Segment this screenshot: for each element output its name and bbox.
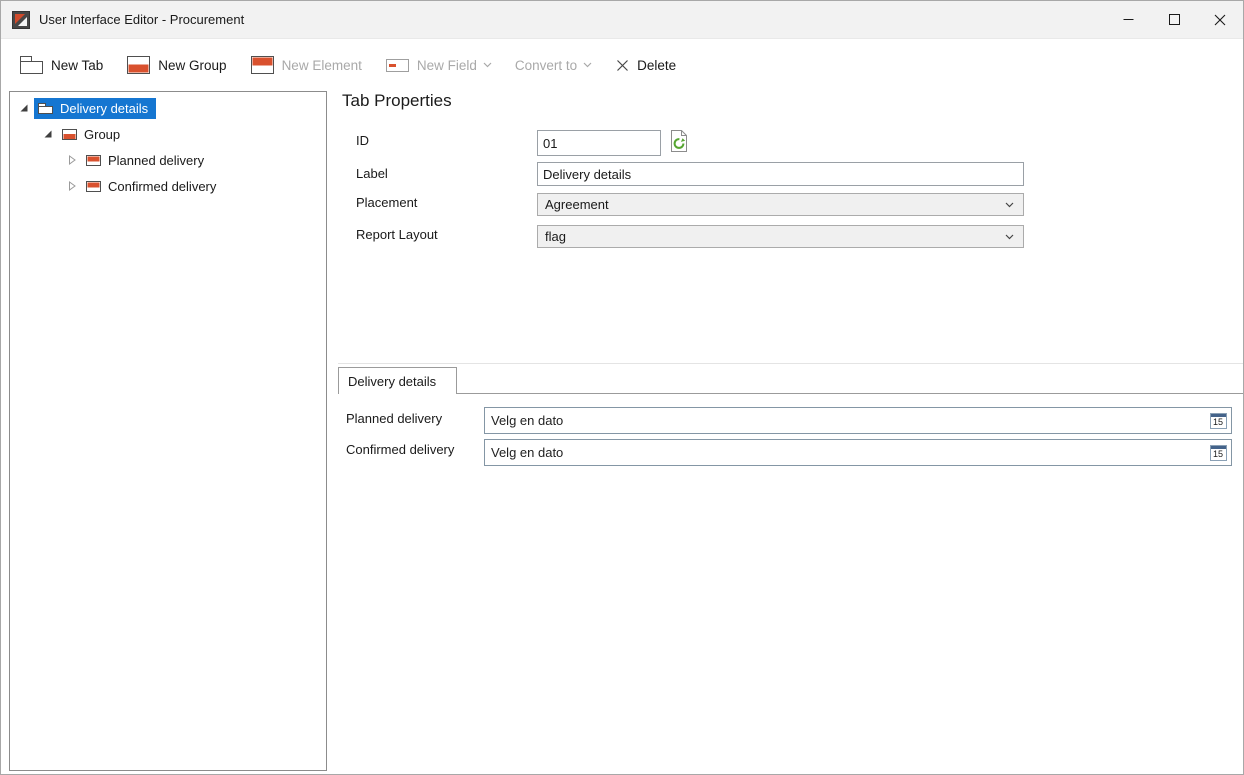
app-logo-icon [12, 11, 30, 29]
report-layout-selected-value: flag [545, 229, 566, 244]
collapse-expanded-icon[interactable] [18, 103, 30, 113]
group-icon [61, 128, 78, 141]
toolbar: New Tab New Group New Element [1, 40, 1243, 90]
confirmed-delivery-label: Confirmed delivery [346, 442, 454, 457]
placement-selected-value: Agreement [545, 197, 609, 212]
expand-collapsed-icon[interactable] [66, 181, 78, 191]
element-icon [85, 180, 102, 193]
tree-item-label: Planned delivery [108, 153, 204, 168]
date-watermark: Velg en dato [491, 413, 563, 428]
x-icon [615, 58, 630, 73]
preview-tab-delivery-details[interactable]: Delivery details [338, 367, 457, 394]
regenerate-id-button[interactable] [666, 130, 692, 156]
app-window: User Interface Editor - Procurement New … [0, 0, 1244, 775]
element-icon [85, 154, 102, 167]
tab-icon [37, 102, 54, 115]
tree-item-planned-delivery[interactable]: Planned delivery [10, 147, 326, 173]
new-tab-label: New Tab [51, 58, 103, 73]
tab-icon [19, 55, 44, 75]
close-button[interactable] [1197, 1, 1243, 38]
new-tab-button[interactable]: New Tab [14, 51, 108, 79]
field-icon [385, 55, 410, 75]
delete-label: Delete [637, 58, 676, 73]
tree-item-delivery-details[interactable]: Delivery details [10, 95, 326, 121]
calendar-icon: 15 [1210, 413, 1227, 429]
open-calendar-button[interactable]: 15 [1205, 440, 1231, 465]
element-icon [250, 55, 275, 75]
chevron-down-icon [1005, 234, 1014, 240]
new-field-label: New Field [417, 58, 477, 73]
new-group-label: New Group [158, 58, 226, 73]
calendar-icon: 15 [1210, 445, 1227, 461]
new-element-button[interactable]: New Element [245, 51, 367, 79]
tree-item-group[interactable]: Group [10, 121, 326, 147]
tabstrip-divider [338, 393, 1243, 394]
report-layout-field-label: Report Layout [356, 227, 438, 242]
new-field-button[interactable]: New Field [380, 51, 497, 79]
planned-delivery-date-field[interactable]: Velg en dato 15 [484, 407, 1232, 434]
open-calendar-button[interactable]: 15 [1205, 408, 1231, 433]
tree-item-confirmed-delivery[interactable]: Confirmed delivery [10, 173, 326, 199]
date-watermark: Velg en dato [491, 445, 563, 460]
delete-button[interactable]: Delete [610, 54, 681, 77]
convert-to-label: Convert to [515, 58, 577, 73]
label-field-label: Label [356, 166, 388, 181]
chevron-down-icon [483, 62, 492, 68]
document-refresh-icon [668, 129, 690, 158]
tree-item-label: Confirmed delivery [108, 179, 216, 194]
window-controls [1105, 1, 1243, 38]
report-layout-dropdown[interactable]: flag [537, 225, 1024, 248]
titlebar: User Interface Editor - Procurement [1, 1, 1243, 39]
section-divider [338, 363, 1243, 364]
structure-tree-panel: Delivery details Group [9, 91, 327, 771]
preview-tab-label: Delivery details [348, 374, 436, 389]
collapse-expanded-icon[interactable] [42, 129, 54, 139]
placement-dropdown[interactable]: Agreement [537, 193, 1024, 216]
tree-item-selection: Delivery details [34, 98, 156, 119]
chevron-down-icon [583, 62, 592, 68]
new-group-button[interactable]: New Group [121, 51, 231, 79]
window-title: User Interface Editor - Procurement [39, 12, 244, 27]
tree-item-selection: Confirmed delivery [82, 176, 224, 197]
tree-item-label: Delivery details [60, 101, 148, 116]
chevron-down-icon [1005, 202, 1014, 208]
planned-delivery-label: Planned delivery [346, 411, 442, 426]
confirmed-delivery-date-field[interactable]: Velg en dato 15 [484, 439, 1232, 466]
minimize-button[interactable] [1105, 1, 1151, 38]
tree-item-selection: Planned delivery [82, 150, 212, 171]
id-field-label: ID [356, 133, 369, 148]
convert-to-button[interactable]: Convert to [510, 54, 597, 77]
expand-collapsed-icon[interactable] [66, 155, 78, 165]
tree-item-label: Group [84, 127, 120, 142]
id-input[interactable] [537, 130, 661, 156]
maximize-button[interactable] [1151, 1, 1197, 38]
group-icon [126, 55, 151, 75]
placement-field-label: Placement [356, 195, 417, 210]
new-element-label: New Element [282, 58, 362, 73]
label-input[interactable] [537, 162, 1024, 186]
tree-item-selection: Group [58, 124, 128, 145]
properties-heading: Tab Properties [342, 91, 452, 111]
